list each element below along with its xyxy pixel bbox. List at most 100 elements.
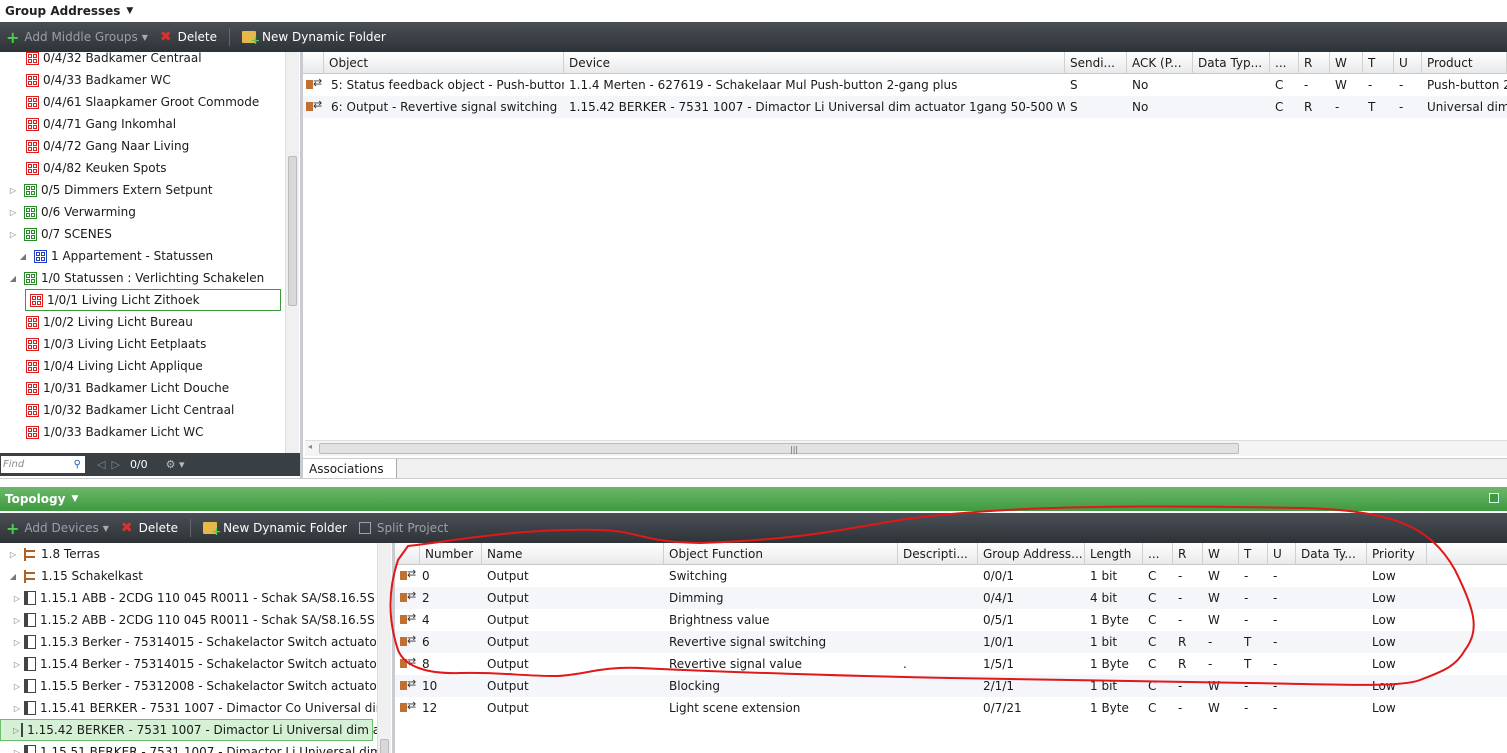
tree-item[interactable]: 0/4/33 Badkamer WC [0, 69, 171, 91]
column-header[interactable]: ... [1143, 543, 1173, 565]
scroll-left-icon[interactable]: ◂ [308, 442, 312, 451]
tree-item[interactable]: 1/0/33 Badkamer Licht WC [0, 421, 204, 443]
topology-tree-scrollbar[interactable] [377, 543, 391, 753]
tree-item[interactable]: 0/4/72 Gang Naar Living [0, 135, 189, 157]
tree-item[interactable]: 1/0/2 Living Licht Bureau [0, 311, 193, 333]
scrollbar-thumb[interactable] [380, 739, 389, 753]
table-row[interactable]: 5: Status feedback object - Push-button … [303, 74, 1507, 96]
tree-item[interactable]: ▷ 1.8 Terras [0, 543, 100, 565]
new-dynamic-folder-button[interactable]: New Dynamic Folder [236, 22, 392, 52]
expand-toggle-icon[interactable]: ▷ [12, 594, 22, 603]
new-dynamic-folder-button[interactable]: New Dynamic Folder [197, 513, 353, 543]
associations-horizontal-scrollbar[interactable]: ◂ ||| [305, 440, 1507, 456]
table-row[interactable]: 2 Output Dimming 0/4/1 4 bit C - W - - Low [395, 587, 1507, 609]
table-row[interactable]: 10 Output Blocking 2/1/1 1 bit C - W - - Low [395, 675, 1507, 697]
scrollbar-thumb[interactable] [288, 156, 297, 306]
next-result-icon[interactable]: ▷ [111, 458, 119, 471]
tree-item[interactable]: 1/0/31 Badkamer Licht Douche [0, 377, 229, 399]
tree-item[interactable]: 0/4/61 Slaapkamer Groot Commode [0, 91, 259, 113]
tree-item[interactable]: ◢ 1 Appartement - Statussen [0, 245, 213, 267]
expand-toggle-icon[interactable]: ◢ [8, 572, 18, 581]
scrollbar-thumb[interactable]: ||| [319, 443, 1239, 454]
search-icon[interactable]: ⚲ [74, 459, 81, 470]
column-header[interactable]: W [1203, 543, 1239, 565]
tab-associations[interactable]: Associations [303, 459, 397, 479]
group-addresses-tree[interactable]: 0/4/32 Badkamer Centraal 0/4/33 Badkamer … [0, 52, 286, 453]
tree-item[interactable]: ▷ 1.15.3 Berker - 75314015 - Schakelactor… [0, 631, 377, 653]
expand-toggle-icon[interactable]: ▷ [12, 704, 22, 713]
column-header[interactable]: Data Typ... [1193, 52, 1270, 74]
expand-toggle-icon[interactable]: ◢ [8, 274, 18, 283]
delete-button[interactable]: ✖ Delete [115, 513, 184, 543]
column-header[interactable]: T [1239, 543, 1268, 565]
expand-toggle-icon[interactable]: ▷ [12, 638, 22, 647]
tree-item[interactable]: ▷ 1.15.5 Berker - 75312008 - Schakelactor… [0, 675, 377, 697]
column-header[interactable]: Number [420, 543, 482, 565]
column-header[interactable]: ... [1270, 52, 1299, 74]
add-middle-groups-button[interactable]: + Add Middle Groups ▼ [0, 22, 154, 52]
column-header[interactable]: Product [1422, 52, 1507, 74]
tree-item[interactable]: ▷ 0/5 Dimmers Extern Setpunt [0, 179, 213, 201]
column-header[interactable]: Descripti... [898, 543, 978, 565]
expand-toggle-icon[interactable]: ▷ [8, 208, 18, 217]
table-row[interactable]: 4 Output Brightness value 0/5/1 1 Byte C - W - - L… [395, 609, 1507, 631]
tree-item[interactable]: ▷ 1.15.4 Berker - 75314015 - Schakelactor… [0, 653, 377, 675]
column-header[interactable]: Device [564, 52, 1065, 74]
tree-item[interactable]: 0/4/71 Gang Inkomhal [0, 113, 176, 135]
gear-icon[interactable]: ⚙ ▾ [166, 458, 185, 471]
horizontal-splitter[interactable] [0, 478, 1507, 487]
expand-toggle-icon[interactable]: ▷ [8, 186, 18, 195]
table-row[interactable]: 6 Output Revertive signal switching 1/0/1 1 … [395, 631, 1507, 653]
expand-toggle-icon[interactable]: ▷ [12, 660, 22, 669]
expand-toggle-icon[interactable]: ▷ [13, 726, 19, 735]
tree-item[interactable]: 1/0/3 Living Licht Eetplaats [0, 333, 206, 355]
group-addresses-tree-scrollbar[interactable] [285, 52, 299, 453]
column-header[interactable]: T [1363, 52, 1394, 74]
expand-toggle-icon[interactable]: ▷ [12, 748, 22, 753]
column-header[interactable]: R [1299, 52, 1330, 74]
expand-toggle-icon[interactable]: ▷ [12, 616, 22, 625]
column-header[interactable]: U [1268, 543, 1296, 565]
tree-item[interactable]: 0/4/32 Badkamer Centraal [0, 52, 202, 69]
tree-item[interactable]: ▷ 1.15.51 BERKER - 7531 1007 - Dimactor L… [0, 741, 377, 753]
table-row[interactable]: 0 Output Switching 0/0/1 1 bit C - W - - Low [395, 565, 1507, 587]
tree-item[interactable]: 1/0/4 Living Licht Applique [0, 355, 203, 377]
expand-toggle-icon[interactable]: ◢ [18, 252, 28, 261]
tree-item[interactable]: 1/0/1 Living Licht Zithoek [25, 289, 281, 311]
column-header[interactable]: W [1330, 52, 1363, 74]
table-row[interactable]: 6: Output - Revertive signal switching 1.… [303, 96, 1507, 118]
tree-item[interactable]: 0/4/82 Keuken Spots [0, 157, 167, 179]
tree-item[interactable]: ◢ 1.15 Schakelkast [0, 565, 143, 587]
expand-toggle-icon[interactable]: ▷ [8, 550, 18, 559]
column-header[interactable]: Sendi... [1065, 52, 1127, 74]
tree-item[interactable]: ▷ 0/7 SCENES [0, 223, 112, 245]
column-header[interactable]: U [1394, 52, 1422, 74]
topology-header[interactable]: Topology ▼ [0, 487, 1507, 511]
table-row[interactable]: 12 Output Light scene extension 0/7/21 1 Byt… [395, 697, 1507, 719]
column-header[interactable]: Name [482, 543, 664, 565]
group-addresses-header[interactable]: Group Addresses ▼ [0, 0, 1507, 22]
tree-item[interactable]: ◢ 1/0 Statussen : Verlichting Schakelen [0, 267, 264, 289]
find-input[interactable]: Find ⚲ [1, 456, 85, 473]
column-header[interactable]: Object Function [664, 543, 898, 565]
tree-item[interactable]: ▷ 0/6 Verwarming [0, 201, 136, 223]
delete-button[interactable]: ✖ Delete [154, 22, 223, 52]
tree-item[interactable]: ▷ 1.15.1 ABB - 2CDG 110 045 R0011 - Schak… [0, 587, 377, 609]
topology-tree[interactable]: ▷ 1.8 Terras ◢ 1.15 Schakelkast ▷ 1.15.1 ABB … [0, 543, 377, 753]
column-header[interactable]: Group Address... [978, 543, 1085, 565]
split-project-button[interactable]: Split Project [353, 513, 454, 543]
tree-item[interactable]: ▷ 1.15.41 BERKER - 7531 1007 - Dimactor C… [0, 697, 377, 719]
expand-toggle-icon[interactable]: ▷ [12, 682, 22, 691]
tree-item[interactable]: ▷ 1.15.42 BERKER - 7531 1007 - Dimactor L… [0, 719, 377, 741]
chevron-down-icon[interactable]: ▼ [126, 6, 133, 16]
add-devices-button[interactable]: + Add Devices ▼ [0, 513, 115, 543]
table-row[interactable]: 8 Output Revertive signal value. 1/5/1 1 Byt… [395, 653, 1507, 675]
column-header[interactable]: ACK (P... [1127, 52, 1193, 74]
column-header[interactable]: R [1173, 543, 1203, 565]
tree-item[interactable]: ▷ 1.15.2 ABB - 2CDG 110 045 R0011 - Schak… [0, 609, 377, 631]
column-header[interactable]: Data Ty... [1296, 543, 1367, 565]
previous-result-icon[interactable]: ◁ [97, 458, 105, 471]
maximize-icon[interactable] [1489, 493, 1499, 503]
column-header[interactable]: Length [1085, 543, 1143, 565]
column-header[interactable]: Object [324, 52, 564, 74]
